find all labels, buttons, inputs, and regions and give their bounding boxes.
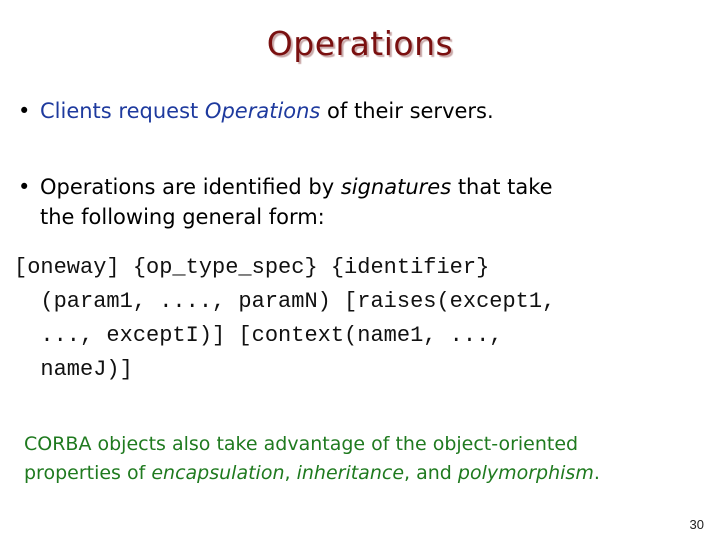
signature-code-block: [oneway] {op_type_spec} {identifier} (pa… xyxy=(14,251,555,387)
bullet-text-take: that take xyxy=(451,175,553,199)
note-encapsulation: encapsulation xyxy=(151,462,285,484)
note-sep: , xyxy=(284,462,297,484)
slide-title: Operations xyxy=(266,24,454,63)
bullet-text-operations: Operations xyxy=(204,99,321,123)
bullet-text-identified: Operations are identified by xyxy=(40,175,341,199)
note-inheritance: inheritance xyxy=(296,462,405,484)
code-line: ..., exceptI)] [context(name1, ..., xyxy=(14,323,503,348)
note-polymorphism: polymorphism xyxy=(457,462,594,484)
page-number: 30 xyxy=(689,517,704,532)
bullet-text-servers: of their servers. xyxy=(320,99,494,123)
bullet-text-general-form: the following general form: xyxy=(40,205,325,229)
bullet-text-clients: Clients request xyxy=(40,99,205,123)
code-line: (param1, ...., paramN) [raises(except1, xyxy=(14,289,556,314)
note-end: . xyxy=(593,462,600,484)
bullet-signatures: • Operations are identified by signatures… xyxy=(18,172,553,232)
corba-note: CORBA objects also take advantage of the… xyxy=(24,430,600,488)
note-sep: , and xyxy=(404,462,458,484)
note-line-2: properties of encapsulation, inheritance… xyxy=(24,459,600,488)
bullet-marker: • xyxy=(18,99,31,123)
code-line: [oneway] {op_type_spec} {identifier} xyxy=(14,255,490,280)
note-line-1: CORBA objects also take advantage of the… xyxy=(24,433,579,455)
bullet-text-signatures: signatures xyxy=(340,175,452,199)
code-line: nameJ)] xyxy=(14,357,133,382)
note-text: properties of xyxy=(24,462,152,484)
bullet-marker: • xyxy=(18,175,31,199)
bullet-clients-request: • Clients request Operations of their ser… xyxy=(18,96,494,126)
